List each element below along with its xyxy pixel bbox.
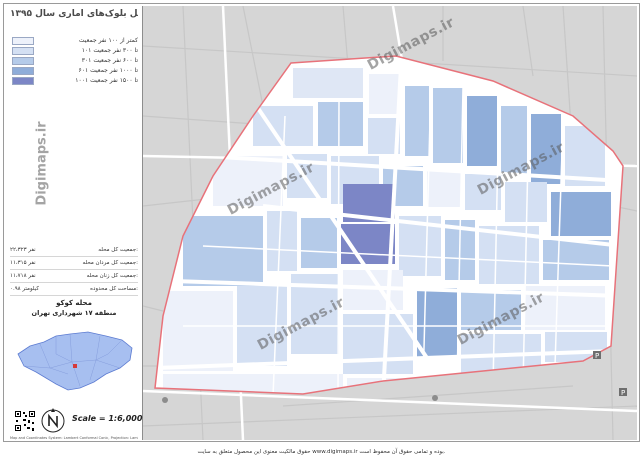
map-svg: P P bbox=[143, 6, 637, 440]
legend-swatch bbox=[12, 57, 34, 65]
legend-item: کمتر از ۱۰۰ نفر جمعیت bbox=[10, 36, 138, 46]
stat-row: جمعیت کل مردان محله: ۱۱،۳۱۵ نفر bbox=[10, 257, 138, 270]
stat-value: ۱۱،۷۱۸ نفر bbox=[10, 273, 36, 279]
neighborhood-info: محله کوکو منطقه ۱۷ شهرداری تهران bbox=[10, 298, 138, 322]
legend-label: کمتر از ۱۰۰ نفر جمعیت bbox=[78, 37, 138, 44]
neighborhood-marker bbox=[73, 364, 77, 368]
legend-panel: جمعیت کل بلوک‌های آماری سال ۱۳۹۵ کمتر از… bbox=[6, 6, 143, 440]
stat-value: ۱۱،۳۱۵ نفر bbox=[10, 260, 36, 266]
stats-table: جمعیت کل محله: ۲۲،۳۲۳ نفر جمعیت کل مردان… bbox=[10, 244, 138, 296]
qr-code-icon bbox=[14, 410, 36, 432]
stat-row: جمعیت کل محله: ۲۲،۳۲۳ نفر bbox=[10, 244, 138, 257]
legend-item: ۳۰۱ تا ۶۰۰ نفر جمعیت bbox=[10, 56, 138, 66]
legend-label: ۳۰۱ تا ۶۰۰ نفر جمعیت bbox=[81, 57, 138, 64]
stat-row: مساحت کل محدوده: ۰.۹۸ کیلومتر bbox=[10, 283, 138, 296]
map-footer-info: Scale = 1:6,000 Map and Coordinates Syst… bbox=[10, 406, 142, 444]
legend-label: ۱۰۱ تا ۳۰۰ نفر جمعیت bbox=[81, 47, 138, 54]
legend-swatch bbox=[12, 77, 34, 85]
legend-label: ۱۰۰۱ تا ۱۵۰۰ نفر جمعیت bbox=[75, 77, 138, 84]
stat-label: جمعیت کل زنان محله: bbox=[86, 273, 138, 279]
stat-label: جمعیت کل مردان محله: bbox=[82, 260, 138, 266]
legend-swatch bbox=[12, 37, 34, 45]
legend-swatch bbox=[12, 67, 34, 75]
stat-label: مساحت کل محدوده: bbox=[90, 286, 138, 292]
poi-icon bbox=[162, 397, 168, 403]
legend-item: ۱۰۰۱ تا ۱۵۰۰ نفر جمعیت bbox=[10, 76, 138, 86]
stat-label: جمعیت کل محله: bbox=[98, 247, 138, 253]
watermark: Digimaps.ir bbox=[34, 121, 50, 206]
legend-swatch bbox=[12, 47, 34, 55]
locator-map bbox=[10, 324, 138, 404]
legend: کمتر از ۱۰۰ نفر جمعیت ۱۰۱ تا ۳۰۰ نفر جمع… bbox=[10, 36, 138, 86]
stat-row: جمعیت کل زنان محله: ۱۱،۷۱۸ نفر bbox=[10, 270, 138, 283]
svg-text:P: P bbox=[595, 352, 599, 360]
neighborhood-name: محله کوکو bbox=[56, 299, 92, 307]
stat-value: ۲۲،۳۲۳ نفر bbox=[10, 247, 36, 253]
poi-icon bbox=[432, 395, 438, 401]
map-scale: Scale = 1:6,000 bbox=[72, 414, 143, 423]
projection-note: Map and Coordinates System: Lambert Conf… bbox=[10, 436, 138, 440]
copyright-footer: حقوق مالکیت معنوی این محصول متعلق به سای… bbox=[197, 449, 446, 455]
north-arrow-icon bbox=[41, 408, 65, 433]
map-title: جمعیت کل بلوک‌های آماری سال ۱۳۹۵ bbox=[10, 9, 138, 19]
stat-value: ۰.۹۸ کیلومتر bbox=[10, 286, 39, 292]
neighborhood-region: منطقه ۱۷ شهرداری تهران bbox=[31, 309, 117, 317]
legend-label: ۶۰۱ تا ۱۰۰۰ نفر جمعیت bbox=[78, 67, 138, 74]
map-canvas[interactable]: P P Digimaps.ir Digimaps.ir Digimaps.ir … bbox=[143, 6, 637, 440]
legend-item: ۱۰۱ تا ۳۰۰ نفر جمعیت bbox=[10, 46, 138, 56]
legend-item: ۶۰۱ تا ۱۰۰۰ نفر جمعیت bbox=[10, 66, 138, 76]
svg-text:P: P bbox=[621, 389, 625, 397]
